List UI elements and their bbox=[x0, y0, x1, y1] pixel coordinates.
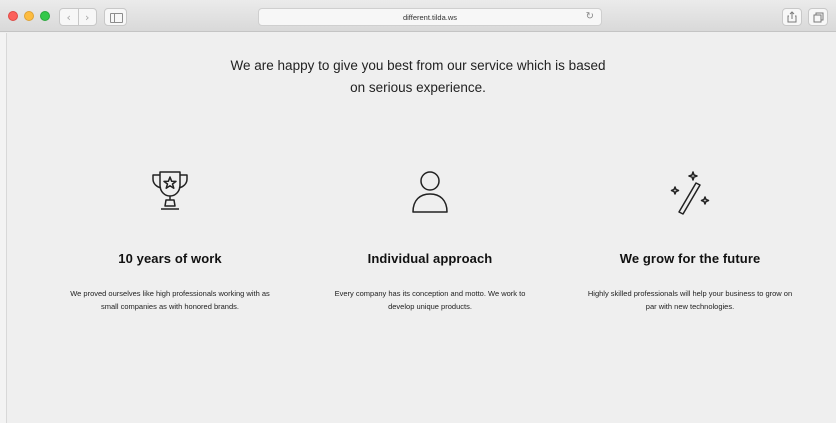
share-button[interactable] bbox=[782, 8, 802, 26]
feature-description: Highly skilled professionals will help y… bbox=[587, 289, 793, 311]
feature-title: 10 years of work bbox=[118, 251, 222, 266]
feature-title: Individual approach bbox=[367, 251, 493, 266]
feature-grow-future: We grow for the future Highly skilled pr… bbox=[570, 168, 810, 313]
feature-description: Every company has its conception and mot… bbox=[334, 289, 526, 311]
zoom-window-button[interactable] bbox=[40, 11, 50, 21]
page-left-edge bbox=[0, 33, 7, 423]
forward-button[interactable]: › bbox=[79, 9, 97, 25]
feature-description: We proved ourselves like high profession… bbox=[70, 289, 270, 311]
share-icon bbox=[787, 11, 797, 23]
feature-10-years: 10 years of work We proved ourselves lik… bbox=[50, 168, 290, 313]
minimize-window-button[interactable] bbox=[24, 11, 34, 21]
feature-individual-approach: Individual approach Every company has it… bbox=[310, 168, 550, 313]
show-tabs-button[interactable] bbox=[808, 8, 828, 26]
reload-icon[interactable]: ↻ bbox=[586, 11, 594, 22]
intro-text: We are happy to give you best from our s… bbox=[230, 58, 606, 95]
magic-wand-icon bbox=[670, 171, 710, 215]
trophy-icon bbox=[152, 171, 188, 210]
browser-toolbar: ‹ › different.tilda.ws ↻ bbox=[0, 0, 836, 32]
user-icon bbox=[412, 171, 448, 213]
close-window-button[interactable] bbox=[8, 11, 18, 21]
tabs-icon bbox=[813, 12, 823, 22]
sidebar-toggle-icon[interactable] bbox=[104, 8, 127, 26]
url-text: different.tilda.ws bbox=[402, 12, 458, 22]
back-button[interactable]: ‹ bbox=[60, 9, 79, 25]
feature-title: We grow for the future bbox=[619, 251, 761, 266]
navigation-buttons: ‹ › bbox=[59, 8, 97, 26]
address-bar[interactable]: different.tilda.ws ↻ bbox=[258, 8, 602, 26]
